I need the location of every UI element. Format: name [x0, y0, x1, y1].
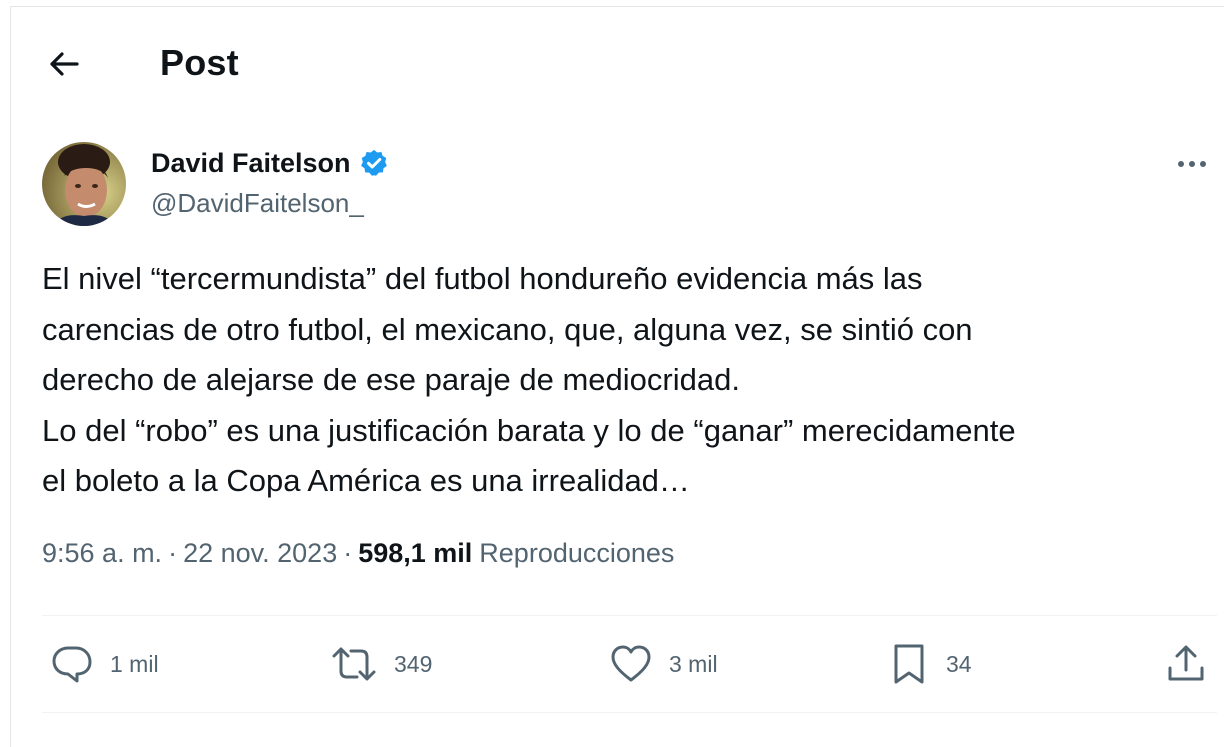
action-bar: 1 mil 349 3 mil 34: [42, 632, 1217, 696]
views-count: 598,1 mil: [358, 538, 473, 568]
more-horizontal-icon: [1176, 160, 1208, 168]
meta-separator: ·: [168, 538, 178, 568]
author-name: David Faitelson: [151, 147, 351, 178]
heart-icon: [609, 644, 653, 684]
more-options-button[interactable]: [1170, 150, 1214, 178]
share-button[interactable]: [1166, 642, 1206, 686]
verified-badge-icon: [359, 148, 389, 178]
like-count: 3 mil: [669, 650, 718, 677]
repost-icon: [330, 644, 378, 684]
post-text-line: El nivel “tercermundista” del futbol hon…: [42, 261, 923, 296]
reply-icon: [50, 644, 94, 684]
divider: [42, 712, 1217, 713]
like-button[interactable]: 3 mil: [609, 642, 718, 686]
post-text-line: derecho de alejarse de ese paraje de med…: [42, 362, 740, 397]
meta-separator: ·: [343, 538, 353, 568]
bookmark-count: 34: [946, 650, 972, 677]
post-header: Post: [0, 0, 1224, 120]
reply-button[interactable]: 1 mil: [50, 642, 159, 686]
post-meta: 9:56 a. m. · 22 nov. 2023 · 598,1 mil Re…: [42, 538, 674, 569]
author-avatar[interactable]: [42, 142, 126, 226]
share-icon: [1166, 644, 1206, 684]
post-time[interactable]: 9:56 a. m.: [42, 538, 162, 569]
page-title: Post: [160, 42, 239, 83]
repost-count: 349: [394, 650, 433, 677]
post-text-line: el boleto a la Copa América es una irrea…: [42, 463, 690, 498]
post-text: El nivel “tercermundista” del futbol hon…: [42, 254, 1217, 507]
author-name-row[interactable]: David Faitelson: [151, 145, 389, 181]
views-label: Reproducciones: [479, 538, 675, 568]
bookmark-button[interactable]: 34: [890, 642, 972, 686]
post-text-line: carencias de otro futbol, el mexicano, q…: [42, 311, 973, 347]
post-date[interactable]: 22 nov. 2023: [183, 538, 337, 569]
post-text-line: Lo del “robo” es una justificación barat…: [42, 412, 1016, 448]
divider: [42, 615, 1217, 616]
repost-button[interactable]: 349: [330, 642, 432, 686]
author-handle[interactable]: @DavidFaitelson_: [151, 188, 364, 219]
avatar-photo: [42, 142, 126, 226]
reply-count: 1 mil: [110, 650, 159, 677]
arrow-left-icon: [49, 52, 79, 76]
bookmark-icon: [890, 643, 930, 685]
back-button[interactable]: [40, 42, 88, 86]
